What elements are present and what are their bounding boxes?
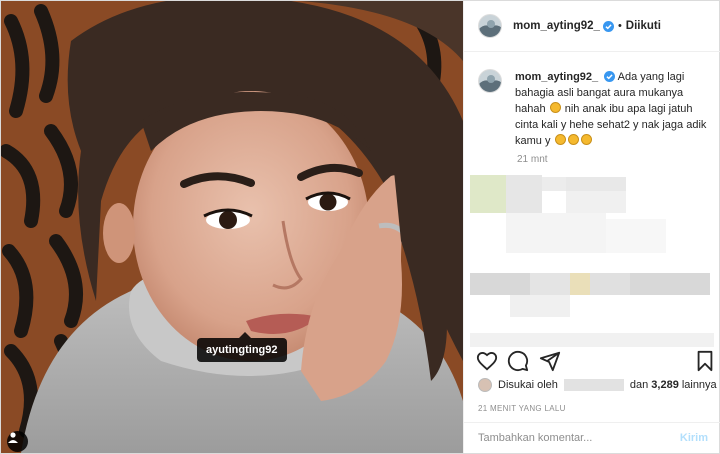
blurred-username — [563, 379, 624, 391]
comment-box: Kirim — [464, 422, 720, 453]
caption-username[interactable]: mom_ayting92_ — [515, 71, 598, 83]
share-icon[interactable] — [539, 350, 561, 372]
post-sidebar: mom_ayting92_ • Diikuti mom_ayting92_ Ad… — [463, 1, 720, 453]
avatar-image — [479, 15, 501, 37]
user-tag-label[interactable]: ayutingting92 — [197, 332, 287, 362]
heart-icon[interactable] — [476, 350, 498, 372]
likes-connector: dan — [629, 379, 649, 391]
avatar[interactable] — [478, 14, 502, 38]
header-username[interactable]: mom_ayting92_ — [513, 20, 600, 32]
post-timestamp[interactable]: 21 MENIT YANG LALU — [478, 404, 566, 413]
smile-emoji-icon — [554, 134, 566, 145]
likes-prefix: Disukai oleh — [498, 379, 558, 391]
caption: mom_ayting92_ Ada yang lagi bahagia asli… — [478, 69, 714, 149]
user-tag-button[interactable] — [7, 431, 28, 452]
likes-count[interactable]: 3,289 — [651, 379, 679, 391]
smile-emoji-icon — [567, 134, 579, 145]
verified-badge-icon — [604, 71, 616, 82]
smile-emoji-icon — [580, 134, 592, 145]
post-comment-button[interactable]: Kirim — [680, 432, 708, 444]
pixelated-comments — [464, 169, 720, 347]
post-photo[interactable]: ayutingting92 — [1, 1, 463, 453]
comment-input[interactable] — [478, 432, 680, 444]
selfie-image — [1, 1, 463, 453]
caption-avatar[interactable] — [478, 69, 502, 93]
caption-text: mom_ayting92_ Ada yang lagi bahagia asli… — [515, 69, 714, 149]
following-button[interactable]: Diikuti — [626, 20, 661, 32]
likes-summary: Disukai oleh dan 3,289 lainnya — [478, 378, 717, 392]
header-separator: • — [617, 20, 622, 32]
post-header: mom_ayting92_ • Diikuti — [464, 1, 720, 52]
liker-avatar[interactable] — [478, 378, 492, 392]
avatar-image — [479, 70, 501, 92]
comment-icon[interactable] — [507, 350, 529, 372]
person-icon — [8, 432, 18, 443]
post-actions — [464, 350, 720, 374]
post-container: ayutingting92 mom_ayting92_ • Diikuti mo… — [0, 0, 720, 454]
grin-emoji-icon — [549, 102, 561, 113]
caption-time: 21 mnt — [517, 154, 548, 165]
bookmark-icon[interactable] — [694, 350, 716, 372]
likes-suffix: lainnya — [681, 379, 717, 391]
verified-badge-icon — [602, 20, 614, 32]
